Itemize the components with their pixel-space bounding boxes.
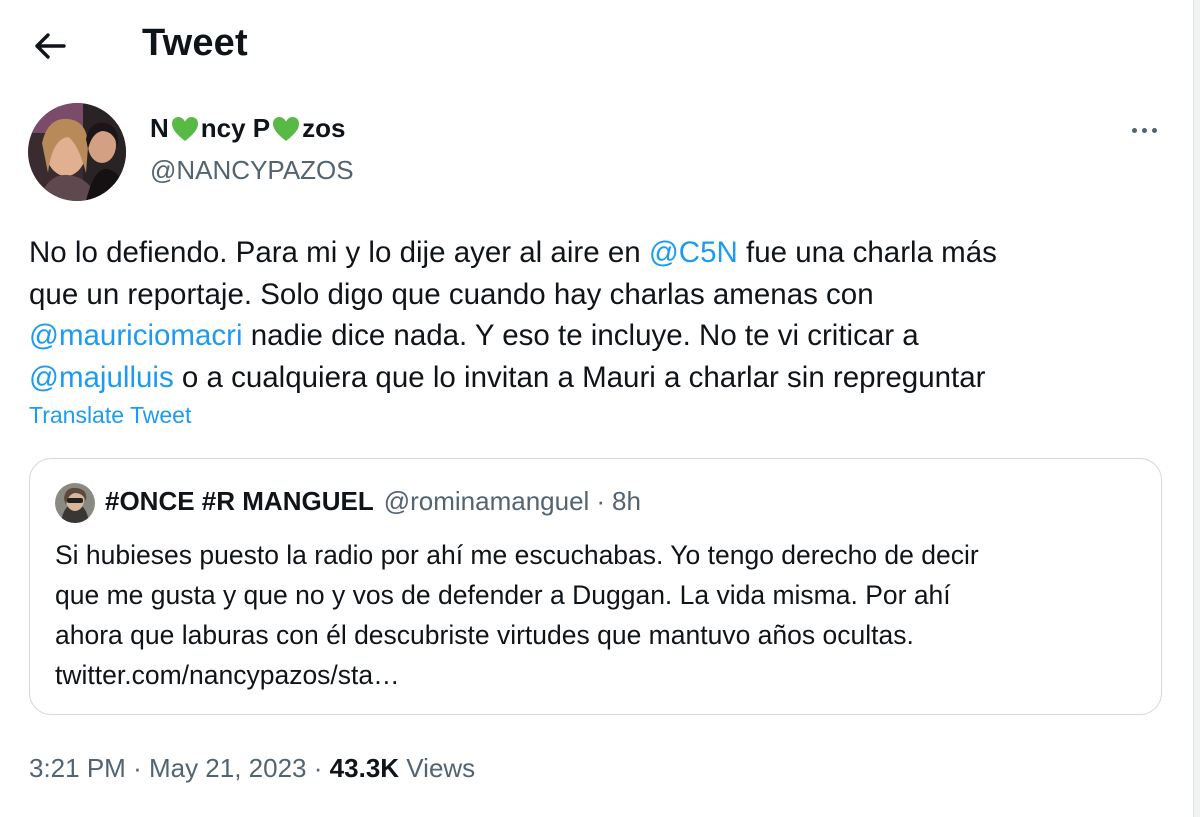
scrollbar[interactable]: [1193, 0, 1200, 817]
tweet-time[interactable]: 3:21 PM: [29, 753, 126, 783]
tweet-text-line: @mauriciomacri nadie dice nada. Y eso te…: [29, 315, 1179, 357]
quote-author-handle[interactable]: @rominamanguel: [384, 486, 590, 517]
mention-link[interactable]: @mauriciomacri: [29, 319, 243, 352]
meta-separator: ·: [313, 753, 323, 783]
meta-separator: ·: [133, 753, 142, 783]
tweet-text-segment: No lo defiendo. Para mi y lo dije ayer a…: [29, 236, 649, 269]
page-title: Tweet: [142, 22, 248, 64]
header: Tweet: [0, 0, 1190, 90]
green-heart-icon: [171, 116, 198, 141]
tweet-text-line: que un reportaje. Solo digo que cuando h…: [29, 274, 1179, 316]
quote-text-line: que me gusta y que no y vos de defender …: [55, 580, 951, 610]
more-options-button[interactable]: [1122, 112, 1166, 148]
tweet-text-segment: que un reportaje. Solo digo que cuando h…: [29, 277, 874, 311]
quote-separator: ·: [596, 486, 605, 516]
tweet-text-segment: o a cualquiera que lo invitan a Mauri a …: [173, 360, 986, 394]
green-heart-icon: [273, 116, 300, 141]
avatar[interactable]: [28, 103, 126, 201]
tweet-text-segment: fue una charla más: [737, 236, 997, 269]
quote-author-name[interactable]: #ONCE #R MANGUEL: [105, 486, 374, 517]
views-count: 43.3K: [329, 753, 400, 783]
quote-text: Si hubieses puesto la radio por ahí me e…: [55, 535, 979, 695]
tweet-meta: 3:21 PM · May 21, 2023 · 43.3K Views: [29, 753, 475, 784]
quote-text-line: Si hubieses puesto la radio por ahí me e…: [55, 540, 979, 570]
more-icon: [1129, 127, 1159, 133]
back-button[interactable]: [28, 24, 72, 68]
tweet-text: No lo defiendo. Para mi y lo dije ayer a…: [29, 232, 1179, 398]
author-name[interactable]: N ncy P zos: [150, 113, 346, 144]
mention-link[interactable]: @C5N: [649, 236, 738, 269]
views-label: Views: [406, 753, 476, 783]
author-name-part: N: [150, 113, 169, 143]
mention-link[interactable]: @majulluis: [29, 361, 174, 394]
quote-link: twitter.com/nancypazos/sta…: [55, 660, 400, 690]
tweet-text-line: @majulluis o a cualquiera que lo invitan…: [29, 357, 1179, 399]
tweet-text-line: No lo defiendo. Para mi y lo dije ayer a…: [29, 232, 1179, 274]
arrow-left-icon: [35, 33, 66, 59]
tweet-text-segment: nadie dice nada. Y eso te incluye. No te…: [242, 319, 919, 352]
translate-tweet-link[interactable]: Translate Tweet: [29, 402, 191, 429]
author-name-part: ncy P: [200, 113, 271, 143]
author-handle[interactable]: @NANCYPAZOS: [150, 155, 354, 186]
quote-header: #ONCE #R MANGUEL @rominamanguel · 8h: [105, 486, 641, 517]
tweet-date[interactable]: May 21, 2023: [149, 753, 307, 783]
quote-timestamp[interactable]: 8h: [612, 486, 641, 517]
author-name-part: zos: [302, 113, 346, 143]
quoted-tweet[interactable]: #ONCE #R MANGUEL @rominamanguel · 8h Si …: [29, 458, 1162, 715]
quote-avatar[interactable]: [55, 483, 95, 523]
quote-text-line: ahora que laburas con él descubriste vir…: [55, 620, 914, 650]
quote-avatar-photo: [55, 483, 95, 523]
avatar-photo: [28, 103, 126, 201]
